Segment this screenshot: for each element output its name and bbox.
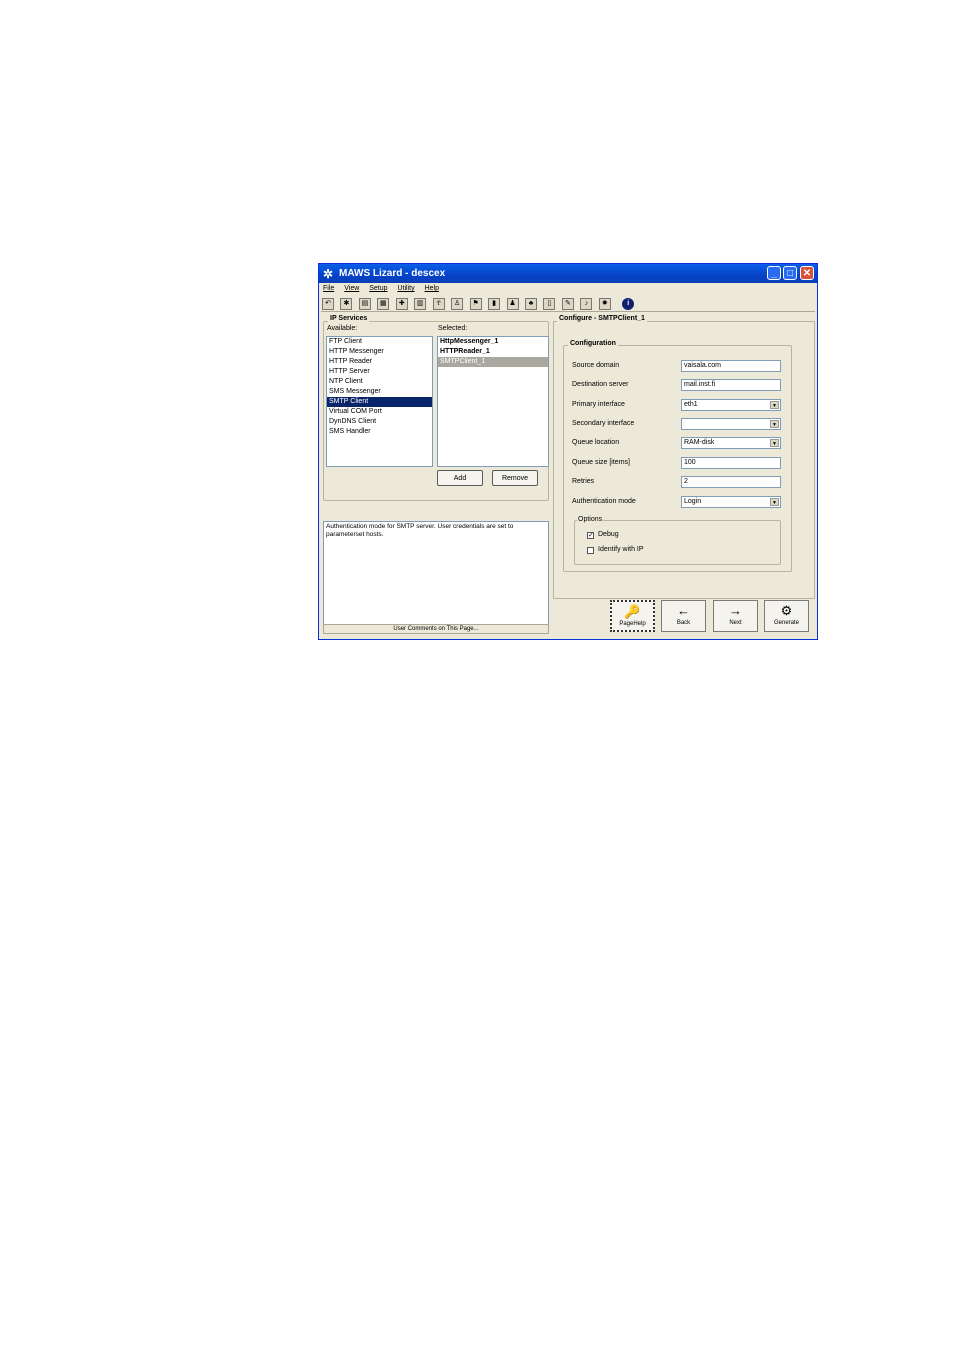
maximize-button[interactable]: □ (783, 266, 797, 280)
chevron-down-icon[interactable]: ▼ (770, 498, 779, 506)
chevron-down-icon[interactable]: ▼ (770, 420, 779, 428)
chevron-down-icon[interactable]: ▼ (770, 401, 779, 409)
secondary-interface-label: Secondary interface (572, 420, 635, 427)
main-window: ✲ MAWS Lizard - descex _ □ ✕ File View S… (318, 263, 818, 640)
help-text-box: Authentication mode for SMTP server. Use… (323, 521, 549, 625)
generate-button[interactable]: ⚙ Generate (764, 600, 809, 632)
identify-with-ip-checkbox[interactable] (587, 547, 594, 554)
user-comments-bar[interactable]: User Comments on This Page... (323, 624, 549, 634)
pagehelp-label: PageHelp (619, 621, 646, 627)
queue-location-select[interactable]: RAM-disk ▼ (681, 437, 781, 449)
pen-icon[interactable]: ✎ (561, 298, 574, 310)
list-item[interactable]: HTTPReader_1 (438, 347, 548, 357)
flag-icon[interactable]: ⚑ (469, 298, 482, 310)
queue-location-label: Queue location (572, 439, 620, 446)
configure-title: Configure - SMTPClient_1 (557, 315, 647, 322)
list-item[interactable]: SMS Handler (327, 427, 432, 437)
window-title: MAWS Lizard - descex (339, 268, 446, 279)
menu-setup[interactable]: Setup (369, 285, 387, 292)
queue-size-label: Queue size [items] (572, 459, 630, 466)
source-domain-label: Source domain (572, 362, 620, 369)
retries-label: Retries (572, 478, 595, 485)
ip-services-title: IP Services (328, 315, 370, 322)
tree-icon[interactable]: ♣ (524, 298, 537, 310)
generate-label: Generate (773, 620, 800, 626)
list-item[interactable]: Virtual COM Port (327, 407, 432, 417)
list-item[interactable]: HttpMessenger_1 (438, 337, 548, 347)
arrow-right-icon: → (729, 603, 742, 618)
lizard-icon: ✲ (323, 267, 334, 281)
options-group (574, 520, 781, 565)
grid-icon[interactable]: ▥ (414, 298, 427, 310)
list-item[interactable]: HTTP Messenger (327, 347, 432, 357)
identify-with-ip-label: Identify with IP (598, 546, 644, 553)
debug-checkbox[interactable]: ✓ (587, 532, 594, 539)
authentication-mode-select[interactable]: Login ▼ (681, 496, 781, 508)
configuration-title: Configuration (568, 340, 618, 347)
list-item[interactable]: SMS Messenger (327, 387, 432, 397)
list-item-selected[interactable]: SMTPClient_1 (438, 357, 548, 367)
gears-icon: ⚙ (780, 603, 793, 618)
open-icon[interactable]: ↶ (322, 298, 334, 310)
chevron-down-icon[interactable]: ▼ (770, 439, 779, 447)
info-icon[interactable]: i (622, 298, 635, 310)
secondary-interface-select[interactable]: ▼ (681, 418, 781, 430)
bell-icon[interactable]: ♪ (580, 298, 593, 310)
page-icon[interactable]: ▯ (543, 298, 556, 310)
people-icon[interactable]: ♟ (506, 298, 519, 310)
options-title: Options (577, 516, 604, 523)
menu-utility[interactable]: Utility (397, 285, 414, 292)
destination-server-label: Destination server (572, 381, 629, 388)
toolbar: ↶ ✱ ▤ ▦ ✚ ▥ ☥ ♙ ⚑ ▮ ♟ ♣ ▯ ✎ ♪ ✹ i (321, 296, 815, 312)
next-button[interactable]: → Next (713, 600, 758, 632)
selected-list[interactable]: HttpMessenger_1 HTTPReader_1 SMTPClient_… (437, 336, 549, 467)
available-list[interactable]: FTP Client HTTP Messenger HTTP Reader HT… (326, 336, 433, 467)
pagehelp-button[interactable]: 🔑 PageHelp (610, 600, 655, 632)
retries-input[interactable]: 2 (681, 476, 781, 488)
back-label: Back (676, 620, 691, 626)
dec2-icon[interactable]: ▦ (377, 298, 390, 310)
title-bar[interactable]: ✲ MAWS Lizard - descex _ □ ✕ (319, 264, 817, 283)
plus-icon[interactable]: ✚ (395, 298, 408, 310)
menu-bar: File View Setup Utility Help (319, 283, 817, 295)
minimize-button[interactable]: _ (767, 266, 781, 280)
arrow-left-icon: ← (677, 603, 690, 618)
menu-file[interactable]: File (323, 285, 334, 292)
authentication-mode-label: Authentication mode (572, 498, 636, 505)
list-item-selected[interactable]: SMTP Client (327, 397, 432, 407)
bug-icon[interactable]: ✱ (340, 298, 353, 310)
bars-icon[interactable]: ▮ (488, 298, 501, 310)
list-item[interactable]: HTTP Server (327, 367, 432, 377)
menu-view[interactable]: View (344, 285, 359, 292)
close-button[interactable]: ✕ (800, 266, 814, 280)
remove-button[interactable]: Remove (492, 470, 538, 486)
key-icon: 🔑 (624, 604, 641, 619)
available-label: Available: (327, 325, 358, 332)
queue-size-input[interactable]: 100 (681, 457, 781, 469)
gear-icon[interactable]: ✹ (598, 298, 611, 310)
add-button[interactable]: Add (437, 470, 483, 486)
source-domain-input[interactable]: vaisala.com (681, 360, 781, 372)
queue-location-value: RAM-disk (684, 439, 715, 446)
destination-server-input[interactable]: mail.inst.fi (681, 379, 781, 391)
list-item[interactable]: DynDNS Client (327, 417, 432, 427)
next-label: Next (729, 620, 742, 626)
back-button[interactable]: ← Back (661, 600, 706, 632)
primary-interface-select[interactable]: eth1 ▼ (681, 399, 781, 411)
primary-interface-label: Primary interface (572, 401, 625, 408)
list-item[interactable]: NTP Client (327, 377, 432, 387)
figure2-icon[interactable]: ♙ (451, 298, 464, 310)
menu-help[interactable]: Help (425, 285, 439, 292)
authentication-mode-value: Login (684, 498, 702, 505)
list-item[interactable]: FTP Client (327, 337, 432, 347)
primary-interface-value: eth1 (684, 401, 698, 408)
selected-label: Selected: (438, 325, 468, 332)
figure-icon[interactable]: ☥ (432, 298, 445, 310)
dec-icon[interactable]: ▤ (358, 298, 371, 310)
debug-label: Debug (598, 531, 619, 538)
list-item[interactable]: HTTP Reader (327, 357, 432, 367)
